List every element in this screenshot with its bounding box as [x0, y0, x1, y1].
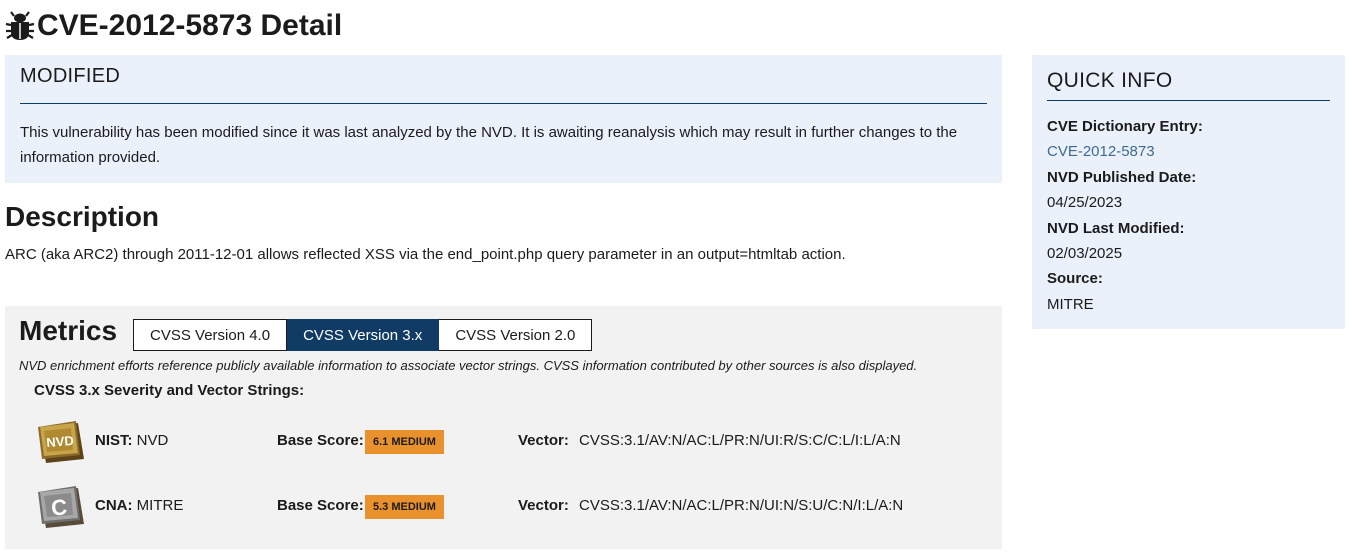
description-heading: Description [5, 201, 160, 232]
score-row-cna: C CNA: MITRE Base Score: 5.3 MEDIUM Vect… [34, 484, 994, 530]
score-badge-cna[interactable]: 5.3 MEDIUM [365, 495, 444, 519]
metrics-panel: Metrics CVSS Version 4.0 CVSS Version 3.… [5, 306, 1002, 549]
severity-subtitle: CVSS 3.x Severity and Vector Strings: [34, 382, 305, 399]
description-text: ARC (aka ARC2) through 2011-12-01 allows… [5, 246, 846, 263]
cna-icon-text: C [50, 494, 68, 520]
modified-text: This vulnerability has been modified sin… [20, 124, 958, 166]
cve-dictionary-link[interactable]: CVE-2012-5873 [1047, 143, 1155, 160]
quick-info-panel: QUICK INFO CVE Dictionary Entry: CVE-201… [1032, 55, 1345, 329]
vector-value-nvd: CVSS:3.1/AV:N/AC:L/PR:N/UI:R/S:C/C:L/I:L… [579, 432, 901, 449]
quick-info-divider [1047, 100, 1330, 101]
quick-info-heading: QUICK INFO [1047, 69, 1173, 92]
source-type: CNA: [95, 497, 133, 514]
bug-icon [5, 11, 35, 40]
metrics-note: NVD enrichment efforts reference publicl… [19, 358, 918, 373]
dictionary-entry-label: CVE Dictionary Entry: [1047, 118, 1203, 135]
page-title: CVE-2012-5873 Detail [5, 6, 342, 46]
tab-cvss-3-x[interactable]: CVSS Version 3.x [287, 319, 440, 351]
vector-label: Vector: [518, 432, 569, 449]
source-label: Source: [1047, 270, 1103, 288]
source-nvd: NIST: NVD [95, 432, 168, 449]
tab-cvss-2-0[interactable]: CVSS Version 2.0 [439, 319, 593, 351]
vector-value-cna: CVSS:3.1/AV:N/AC:L/PR:N/UI:N/S:U/C:N/I:L… [579, 497, 904, 514]
metrics-heading: Metrics [19, 315, 118, 346]
cna-icon: C [38, 486, 84, 528]
page-title-text: CVE-2012-5873 Detail [37, 9, 343, 42]
modified-divider [20, 103, 987, 104]
modified-heading: MODIFIED [20, 65, 121, 87]
quick-info-list: CVE Dictionary Entry: CVE-2012-5873 NVD … [1047, 114, 1330, 317]
published-date-label: NVD Published Date: [1047, 168, 1197, 186]
nvd-icon-text: NVD [46, 433, 75, 450]
source-name: NVD [136, 432, 169, 449]
source-value: MITRE [1047, 295, 1094, 313]
source-type: NIST: [95, 432, 133, 449]
source-name: MITRE [136, 497, 184, 514]
last-modified-value: 02/03/2025 [1047, 245, 1123, 263]
source-cna: CNA: MITRE [95, 497, 183, 514]
modified-banner: MODIFIED This vulnerability has been mod… [5, 55, 1002, 183]
base-score-label: Base Score: [277, 432, 364, 449]
nvd-icon: NVD [38, 421, 84, 463]
tab-cvss-4-0[interactable]: CVSS Version 4.0 [133, 319, 288, 351]
score-badge-nvd[interactable]: 6.1 MEDIUM [365, 430, 444, 454]
score-row-nvd: NVD NIST: NVD Base Score: 6.1 MEDIUM Vec… [34, 419, 994, 465]
vector-label: Vector: [518, 497, 569, 514]
base-score-label: Base Score: [277, 497, 364, 514]
last-modified-label: NVD Last Modified: [1047, 219, 1185, 237]
cvss-version-tabs: CVSS Version 4.0 CVSS Version 3.x CVSS V… [133, 319, 593, 351]
published-date-value: 04/25/2023 [1047, 194, 1123, 212]
